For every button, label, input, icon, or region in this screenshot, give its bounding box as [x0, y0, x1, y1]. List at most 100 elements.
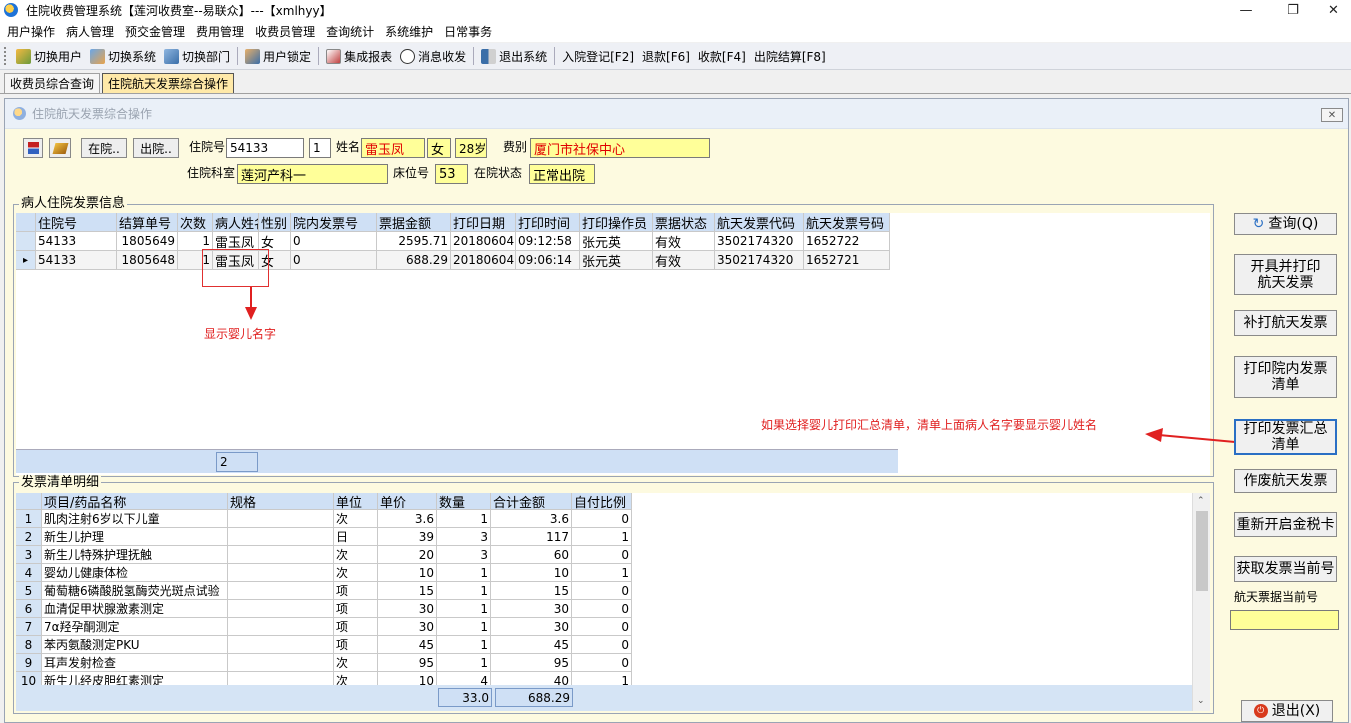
col-tax-invoice-code[interactable]: 航天发票代码: [715, 213, 804, 232]
arrow-down-icon: [245, 287, 257, 320]
col-tax-invoice-no[interactable]: 航天发票号码: [804, 213, 890, 232]
scroll-up-icon[interactable]: ⌃: [1197, 496, 1205, 506]
cell-spec: [228, 654, 334, 672]
col-print-date[interactable]: 打印日期: [451, 213, 516, 232]
hosp-no-field[interactable]: 54133: [226, 138, 304, 158]
table-row[interactable]: 3 新生儿特殊护理抚触次 20 3 60 0: [16, 546, 632, 564]
col-print-time[interactable]: 打印时间: [516, 213, 580, 232]
menu-patient-mgmt[interactable]: 病人管理: [63, 23, 122, 40]
switch-user-button[interactable]: 切换用户: [12, 45, 86, 67]
query-button[interactable]: ↻ 查询(Q): [1234, 213, 1337, 235]
discharge-settle-button[interactable]: 出院结算[F8]: [750, 45, 830, 67]
print-summary-list-button[interactable]: 打印发票汇总 清单: [1234, 419, 1337, 455]
card-reader-button[interactable]: [23, 138, 43, 158]
col-amount[interactable]: 票据金额: [377, 213, 451, 232]
table-row[interactable]: 6 血清促甲状腺激素测定项 30 1 30 0: [16, 600, 632, 618]
tab-invoice-ops[interactable]: 住院航天发票综合操作: [102, 73, 235, 93]
info-icon: [400, 48, 416, 64]
message-label: 消息收发: [418, 49, 467, 64]
scroll-thumb[interactable]: [1196, 511, 1208, 591]
col-item-name[interactable]: 项目/药品名称: [42, 493, 228, 510]
col-hosp-no[interactable]: 住院号: [36, 213, 117, 232]
row-header[interactable]: [16, 232, 36, 251]
selected-row-pointer-icon[interactable]: ▸: [16, 251, 36, 270]
admission-times-field[interactable]: 1: [309, 138, 331, 158]
menu-fee-mgmt[interactable]: 费用管理: [193, 23, 252, 40]
col-spec[interactable]: 规格: [228, 493, 334, 510]
lock-user-button[interactable]: 用户锁定: [241, 45, 315, 67]
clear-button[interactable]: [49, 138, 71, 158]
admit-button[interactable]: 入院登记[F2]: [558, 45, 638, 67]
report-button[interactable]: 集成报表: [322, 45, 396, 67]
status-label: 在院状态: [474, 166, 523, 180]
col-patient-name[interactable]: 病人姓名: [213, 213, 259, 232]
col-times[interactable]: 次数: [178, 213, 213, 232]
switch-dept-button[interactable]: 切换部门: [160, 45, 234, 67]
cell-item-name: 苯丙氨酸测定PKU: [42, 636, 228, 654]
col-gender[interactable]: 性别: [259, 213, 291, 232]
switch-system-label: 切换系统: [108, 49, 157, 64]
col-settle-no[interactable]: 结算单号: [117, 213, 178, 232]
menu-deposit-mgmt[interactable]: 预交金管理: [122, 23, 193, 40]
table-row[interactable]: 7 7α羟孕酮测定项 30 1 30 0: [16, 618, 632, 636]
col-unit[interactable]: 单位: [334, 493, 378, 510]
cell-total: 3.6: [491, 510, 572, 528]
table-row[interactable]: 4 婴幼儿健康体检次 10 1 10 1: [16, 564, 632, 582]
table-row-selected[interactable]: ▸ 54133 1805648 1 雷玉凤 女 0 688.29 2018060…: [16, 251, 890, 270]
cell-internal-invoice-no: 0: [291, 251, 377, 270]
exit-button[interactable]: ⏻ 退出(X): [1241, 700, 1333, 722]
col-self-pay-ratio[interactable]: 自付比例: [572, 493, 632, 510]
col-qty[interactable]: 数量: [437, 493, 491, 510]
tab-cashier-query[interactable]: 收费员综合查询: [4, 73, 101, 93]
toolbar-grip[interactable]: [4, 47, 8, 65]
minimize-button[interactable]: —: [1223, 0, 1269, 20]
discharged-button[interactable]: 出院..: [133, 138, 179, 158]
message-button[interactable]: 消息收发: [396, 45, 470, 67]
inner-close-button[interactable]: ✕: [1321, 108, 1343, 122]
invoice-detail-grid[interactable]: 项目/药品名称 规格 单位 单价 数量 合计金额 自付比例 1 肌肉注射6岁以下儿…: [16, 493, 1210, 711]
reopen-tax-card-button[interactable]: 重新开启金税卡: [1234, 512, 1337, 537]
void-invoice-button[interactable]: 作废航天发票: [1234, 469, 1337, 493]
row-number: 8: [16, 636, 42, 654]
menu-cashier-mgmt[interactable]: 收费员管理: [252, 23, 323, 40]
menu-user-ops[interactable]: 用户操作: [4, 23, 63, 40]
print-internal-invoice-button[interactable]: 打印院内发票 清单: [1234, 356, 1337, 398]
cell-item-name: 新生儿特殊护理抚触: [42, 546, 228, 564]
exit-system-button[interactable]: 退出系统: [477, 45, 551, 67]
cell-qty: 1: [437, 564, 491, 582]
cell-spec: [228, 636, 334, 654]
table-row[interactable]: 2 新生儿护理 日 39 3 117 1: [16, 528, 632, 546]
col-internal-invoice-no[interactable]: 院内发票号: [291, 213, 377, 232]
collect-button[interactable]: 收款[F4]: [694, 45, 750, 67]
menu-daily-affairs[interactable]: 日常事务: [441, 23, 500, 40]
table-row[interactable]: 5 葡萄糖6磷酸脱氢酶荧光斑点试验项 15 1 15 0: [16, 582, 632, 600]
current-invoice-no-label: 航天票据当前号: [1234, 590, 1319, 604]
cell-self-pay-ratio: 0: [572, 600, 632, 618]
invoice-info-grid[interactable]: 住院号 结算单号 次数 病人姓名 性别 院内发票号 票据金额 打印日期 打印时间…: [16, 213, 1210, 475]
col-total[interactable]: 合计金额: [491, 493, 572, 510]
table-row[interactable]: 1 肌肉注射6岁以下儿童次 3.6 1 3.6 0: [16, 510, 632, 528]
users-icon: [16, 48, 31, 64]
table-row[interactable]: 54133 1805649 1 雷玉凤 女 0 2595.71 20180604…: [16, 232, 890, 251]
get-current-invoice-no-button[interactable]: 获取发票当前号: [1234, 556, 1337, 582]
cell-hosp-no: 54133: [36, 251, 117, 270]
maximize-button[interactable]: ❐: [1270, 0, 1316, 20]
col-price[interactable]: 单价: [378, 493, 437, 510]
col-operator[interactable]: 打印操作员: [580, 213, 653, 232]
scroll-down-icon[interactable]: ⌄: [1197, 696, 1205, 706]
cell-price: 95: [378, 654, 437, 672]
detail-vertical-scrollbar[interactable]: ⌃ ⌄: [1192, 493, 1210, 711]
issue-print-invoice-button[interactable]: 开具并打印 航天发票: [1234, 254, 1337, 295]
menu-query-stats[interactable]: 查询统计: [323, 23, 382, 40]
switch-system-button[interactable]: 切换系统: [86, 45, 160, 67]
table-row[interactable]: 8 苯丙氨酸测定PKU 项 45 1 45 0: [16, 636, 632, 654]
close-window-button[interactable]: ✕: [1316, 0, 1351, 20]
in-hospital-button[interactable]: 在院..: [81, 138, 127, 158]
reprint-invoice-button[interactable]: 补打航天发票: [1234, 310, 1337, 336]
table-row[interactable]: 9 耳声发射检查次 95 1 95 0: [16, 654, 632, 672]
menu-system-maint[interactable]: 系统维护: [382, 23, 441, 40]
cell-operator: 张元英: [580, 251, 653, 270]
baby-name-annotation: 显示婴儿名字: [204, 327, 277, 341]
refund-button[interactable]: 退款[F6]: [638, 45, 694, 67]
col-status[interactable]: 票据状态: [653, 213, 715, 232]
